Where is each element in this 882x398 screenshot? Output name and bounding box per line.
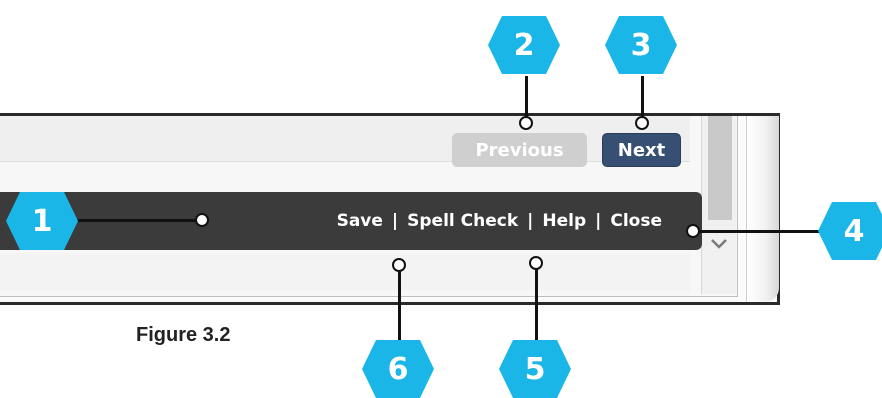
previous-button[interactable]: Previous	[452, 133, 587, 167]
scroll-thumb[interactable]	[708, 116, 732, 220]
window-edge	[746, 116, 779, 302]
save-link[interactable]: Save	[337, 211, 383, 231]
leader-line-6	[398, 266, 401, 344]
close-link[interactable]: Close	[610, 211, 662, 231]
callout-number: 1	[31, 203, 53, 239]
next-button[interactable]: Next	[602, 133, 681, 167]
callout-dot-2	[519, 116, 533, 130]
callout-number: 2	[513, 27, 535, 63]
callout-dot-1	[195, 213, 209, 227]
callout-number: 3	[630, 27, 652, 63]
separator: |	[527, 211, 534, 231]
vertical-scrollbar[interactable]	[701, 116, 736, 294]
toolbar-links: Save | Spell Check | Help | Close	[337, 192, 662, 250]
bottom-panel	[0, 253, 690, 291]
callout-badge-2: 2	[488, 16, 560, 74]
callout-badge-1: 1	[6, 192, 78, 250]
chevron-down-icon[interactable]	[702, 228, 736, 260]
callout-badge-3: 3	[605, 16, 677, 74]
help-link[interactable]: Help	[542, 211, 586, 231]
callout-number: 6	[387, 351, 409, 387]
leader-line-4	[694, 230, 826, 233]
callout-number: 5	[524, 351, 546, 387]
leader-line-5	[535, 264, 538, 344]
callout-dot-4	[686, 224, 700, 238]
callout-dot-3	[635, 116, 649, 130]
separator: |	[595, 211, 602, 231]
spell-check-link[interactable]: Spell Check	[407, 211, 518, 231]
callout-badge-5: 5	[499, 340, 571, 398]
figure-caption: Figure 3.2	[136, 324, 231, 346]
leader-line-1	[74, 219, 202, 222]
callout-badge-4: 4	[818, 202, 882, 260]
callout-dot-6	[392, 258, 406, 272]
callout-number: 4	[843, 213, 865, 249]
separator: |	[391, 211, 399, 231]
callout-badge-6: 6	[362, 340, 434, 398]
callout-dot-5	[529, 256, 543, 270]
